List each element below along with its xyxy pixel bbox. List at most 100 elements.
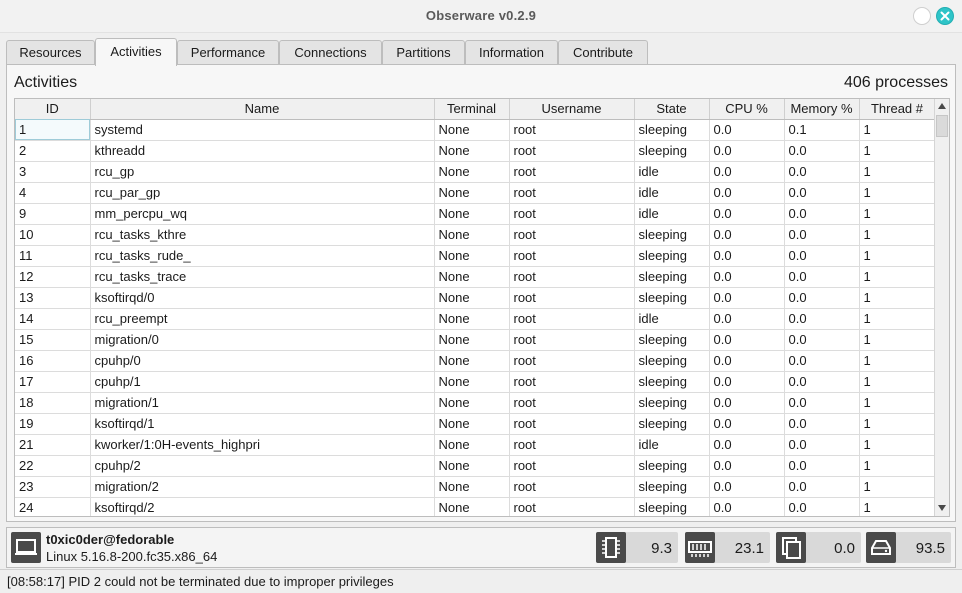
table-row[interactable]: 15 migration/0 None root sleeping 0.0 0.0 1 (15, 329, 936, 351)
cell-memory[interactable]: 0.0 (784, 434, 860, 456)
cell-username[interactable]: root (509, 329, 635, 351)
cell-memory[interactable]: 0.0 (784, 476, 860, 498)
cell-id[interactable]: 21 (15, 434, 91, 456)
cell-threads[interactable]: 1 (859, 434, 936, 456)
cell-state[interactable]: sleeping (634, 266, 710, 288)
cell-name[interactable]: cpuhp/1 (90, 371, 435, 393)
tab-performance[interactable]: Performance (177, 40, 279, 65)
cell-state[interactable]: sleeping (634, 392, 710, 414)
cell-threads[interactable]: 1 (859, 245, 936, 267)
cell-cpu[interactable]: 0.0 (709, 476, 785, 498)
cell-name[interactable]: rcu_par_gp (90, 182, 435, 204)
cell-username[interactable]: root (509, 497, 635, 516)
cell-cpu[interactable]: 0.0 (709, 497, 785, 516)
cell-id[interactable]: 16 (15, 350, 91, 372)
cell-id[interactable]: 14 (15, 308, 91, 330)
cell-id[interactable]: 10 (15, 224, 91, 246)
cell-name[interactable]: migration/1 (90, 392, 435, 414)
cell-terminal[interactable]: None (434, 203, 510, 225)
cell-username[interactable]: root (509, 308, 635, 330)
cell-terminal[interactable]: None (434, 329, 510, 351)
cell-terminal[interactable]: None (434, 161, 510, 183)
cell-name[interactable]: rcu_tasks_trace (90, 266, 435, 288)
cell-id[interactable]: 24 (15, 497, 91, 516)
cell-name[interactable]: rcu_tasks_rude_ (90, 245, 435, 267)
cell-memory[interactable]: 0.0 (784, 413, 860, 435)
column-header-memory[interactable]: Memory % (784, 99, 860, 120)
cell-cpu[interactable]: 0.0 (709, 182, 785, 204)
cell-name[interactable]: ksoftirqd/2 (90, 497, 435, 516)
cell-cpu[interactable]: 0.0 (709, 266, 785, 288)
cell-name[interactable]: mm_percpu_wq (90, 203, 435, 225)
cell-terminal[interactable]: None (434, 392, 510, 414)
cell-terminal[interactable]: None (434, 413, 510, 435)
cell-threads[interactable]: 1 (859, 371, 936, 393)
scrollbar-thumb[interactable] (936, 115, 948, 137)
cell-state[interactable]: idle (634, 434, 710, 456)
cell-id[interactable]: 9 (15, 203, 91, 225)
cell-state[interactable]: sleeping (634, 350, 710, 372)
cell-memory[interactable]: 0.0 (784, 266, 860, 288)
cell-username[interactable]: root (509, 140, 635, 162)
cell-state[interactable]: sleeping (634, 245, 710, 267)
cell-username[interactable]: root (509, 224, 635, 246)
cell-state[interactable]: sleeping (634, 413, 710, 435)
close-button[interactable] (936, 7, 954, 25)
cell-state[interactable]: sleeping (634, 119, 710, 141)
cell-threads[interactable]: 1 (859, 161, 936, 183)
cell-terminal[interactable]: None (434, 245, 510, 267)
table-row[interactable]: 4 rcu_par_gp None root idle 0.0 0.0 1 (15, 182, 936, 204)
scroll-down-icon[interactable] (938, 505, 946, 511)
cell-terminal[interactable]: None (434, 371, 510, 393)
column-header-cpu[interactable]: CPU % (709, 99, 785, 120)
cell-threads[interactable]: 1 (859, 266, 936, 288)
cell-memory[interactable]: 0.0 (784, 224, 860, 246)
cell-state[interactable]: idle (634, 308, 710, 330)
cell-memory[interactable]: 0.0 (784, 245, 860, 267)
cell-memory[interactable]: 0.0 (784, 371, 860, 393)
cell-threads[interactable]: 1 (859, 224, 936, 246)
cell-username[interactable]: root (509, 119, 635, 141)
table-row[interactable]: 24 ksoftirqd/2 None root sleeping 0.0 0.0 1 (15, 497, 936, 516)
cell-state[interactable]: sleeping (634, 329, 710, 351)
column-header-threads[interactable]: Thread # (859, 99, 936, 120)
cell-username[interactable]: root (509, 182, 635, 204)
table-row[interactable]: 22 cpuhp/2 None root sleeping 0.0 0.0 1 (15, 455, 936, 477)
cell-cpu[interactable]: 0.0 (709, 140, 785, 162)
cell-id[interactable]: 23 (15, 476, 91, 498)
minimize-button[interactable] (913, 7, 931, 25)
cell-memory[interactable]: 0.0 (784, 329, 860, 351)
cell-name[interactable]: cpuhp/0 (90, 350, 435, 372)
table-row[interactable]: 2 kthreadd None root sleeping 0.0 0.0 1 (15, 140, 936, 162)
cell-cpu[interactable]: 0.0 (709, 413, 785, 435)
cell-username[interactable]: root (509, 476, 635, 498)
cell-threads[interactable]: 1 (859, 329, 936, 351)
cell-id[interactable]: 13 (15, 287, 91, 309)
cell-cpu[interactable]: 0.0 (709, 308, 785, 330)
cell-threads[interactable]: 1 (859, 140, 936, 162)
table-row[interactable]: 17 cpuhp/1 None root sleeping 0.0 0.0 1 (15, 371, 936, 393)
cell-memory[interactable]: 0.0 (784, 182, 860, 204)
cell-id[interactable]: 11 (15, 245, 91, 267)
column-header-username[interactable]: Username (509, 99, 635, 120)
cell-name[interactable]: rcu_preempt (90, 308, 435, 330)
cell-terminal[interactable]: None (434, 497, 510, 516)
cell-terminal[interactable]: None (434, 140, 510, 162)
cell-name[interactable]: rcu_tasks_kthre (90, 224, 435, 246)
cell-username[interactable]: root (509, 287, 635, 309)
cell-memory[interactable]: 0.0 (784, 497, 860, 516)
cell-username[interactable]: root (509, 413, 635, 435)
table-row[interactable]: 21 kworker/1:0H-events_highpri None root idl… (15, 434, 936, 456)
cell-name[interactable]: kthreadd (90, 140, 435, 162)
tab-connections[interactable]: Connections (279, 40, 382, 65)
cell-name[interactable]: kworker/1:0H-events_highpri (90, 434, 435, 456)
cell-cpu[interactable]: 0.0 (709, 455, 785, 477)
cell-name[interactable]: rcu_gp (90, 161, 435, 183)
cell-id[interactable]: 17 (15, 371, 91, 393)
cell-cpu[interactable]: 0.0 (709, 329, 785, 351)
cell-name[interactable]: migration/2 (90, 476, 435, 498)
cell-cpu[interactable]: 0.0 (709, 224, 785, 246)
cell-state[interactable]: sleeping (634, 371, 710, 393)
cell-cpu[interactable]: 0.0 (709, 203, 785, 225)
table-row[interactable]: 16 cpuhp/0 None root sleeping 0.0 0.0 1 (15, 350, 936, 372)
